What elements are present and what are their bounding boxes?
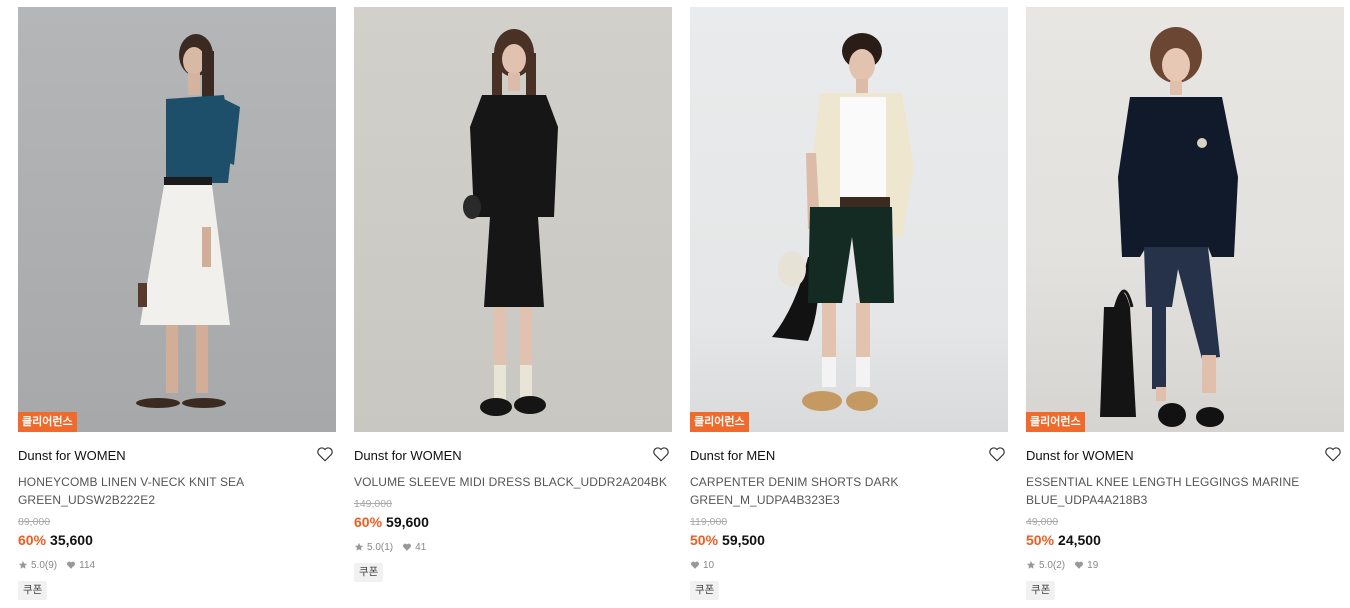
product-image[interactable]: 클리어런스 [18,7,336,432]
original-price: 119,000 [690,516,728,528]
heart-filled-icon [402,542,412,552]
discount-rate: 60% [354,514,383,530]
price-row: 50% 24,500 [1026,531,1344,549]
sale-price: 59,600 [386,514,429,530]
coupon-badge[interactable]: 쿠폰 [1026,581,1056,600]
price-row: 60% 35,600 [18,531,336,549]
star-icon [1026,560,1036,570]
rating: 5.0 (9) [18,560,57,571]
discount-rate: 60% [18,532,47,548]
clearance-badge: 클리어런스 [18,412,77,432]
original-price: 89,000 [18,516,51,528]
rating-value: 5.0 [31,559,45,571]
product-grid: 클리어런스 Dunst for WOMEN HONEYCOMB LINEN V-… [0,0,1350,608]
discount-rate: 50% [690,532,719,548]
product-image[interactable]: 클리어런스 [690,7,1008,432]
like-count: 10 [703,559,715,571]
likes: 10 [690,560,714,571]
coupon-badge[interactable]: 쿠폰 [18,581,48,600]
heart-filled-icon [690,560,700,570]
heart-icon[interactable] [652,445,670,463]
brand-name[interactable]: Dunst for WOMEN [1026,448,1134,463]
product-card[interactable]: 클리어런스 Dunst for WOMEN HONEYCOMB LINEN V-… [18,7,336,600]
review-count: (9) [44,559,58,571]
product-card[interactable]: Dunst for WOMEN VOLUME SLEEVE MIDI DRESS… [354,7,672,582]
meta-row: 5.0 (1) 41 [354,540,672,554]
heart-icon[interactable] [316,445,334,463]
meta-row: 5.0 (2) 19 [1026,558,1344,572]
brand-row: Dunst for WOMEN [354,444,672,468]
rating: 5.0 (1) [354,542,393,553]
rating-value: 5.0 [1039,559,1053,571]
product-name[interactable]: ESSENTIAL KNEE LENGTH LEGGINGS MARINE BL… [1026,473,1344,509]
brand-row: Dunst for WOMEN [18,444,336,468]
product-name[interactable]: CARPENTER DENIM SHORTS DARK GREEN_M_UDPA… [690,473,1008,509]
heart-filled-icon [66,560,76,570]
likes: 114 [66,560,95,571]
original-price: 149,000 [354,498,392,510]
product-photo-model-denim-shorts [690,7,1008,432]
review-count: (2) [1052,559,1066,571]
star-icon [18,560,28,570]
heart-icon[interactable] [988,445,1006,463]
brand-row: Dunst for MEN [690,444,1008,468]
likes: 41 [402,542,426,553]
product-photo-model-black-dress [354,7,672,432]
meta-row: 5.0 (9) 114 [18,558,336,572]
heart-filled-icon [1074,560,1084,570]
brand-row: Dunst for WOMEN [1026,444,1344,468]
coupon-badge[interactable]: 쿠폰 [354,563,384,582]
price-row: 50% 59,500 [690,531,1008,549]
rating: 5.0 (2) [1026,560,1065,571]
brand-name[interactable]: Dunst for MEN [690,448,775,463]
coupon-badge[interactable]: 쿠폰 [690,581,720,600]
like-count: 114 [79,559,96,571]
star-icon [354,542,364,552]
original-price: 49,000 [1026,516,1059,528]
discount-rate: 50% [1026,532,1055,548]
product-image[interactable] [354,7,672,432]
product-photo-model-knit-skirt [18,7,336,432]
meta-row: 10 [690,558,1008,572]
product-name[interactable]: VOLUME SLEEVE MIDI DRESS BLACK_UDDR2A204… [354,473,672,491]
product-name[interactable]: HONEYCOMB LINEN V-NECK KNIT SEA GREEN_UD… [18,473,336,509]
price-row: 60% 59,600 [354,513,672,531]
sale-price: 24,500 [1058,532,1101,548]
like-count: 19 [1087,559,1099,571]
rating-value: 5.0 [367,541,381,553]
like-count: 41 [415,541,427,553]
likes: 19 [1074,560,1098,571]
clearance-badge: 클리어런스 [690,412,749,432]
review-count: (1) [380,541,394,553]
product-card[interactable]: 클리어런스 Dunst for WOMEN ESSENTIAL KNEE LEN… [1026,7,1344,600]
brand-name[interactable]: Dunst for WOMEN [18,448,126,463]
sale-price: 59,500 [722,532,765,548]
brand-name[interactable]: Dunst for WOMEN [354,448,462,463]
product-image[interactable]: 클리어런스 [1026,7,1344,432]
product-photo-model-leggings [1026,7,1344,432]
clearance-badge: 클리어런스 [1026,412,1085,432]
heart-icon[interactable] [1324,445,1342,463]
product-card[interactable]: 클리어런스 Dunst for MEN CARPENTER DENIM SHOR… [690,7,1008,600]
sale-price: 35,600 [50,532,93,548]
